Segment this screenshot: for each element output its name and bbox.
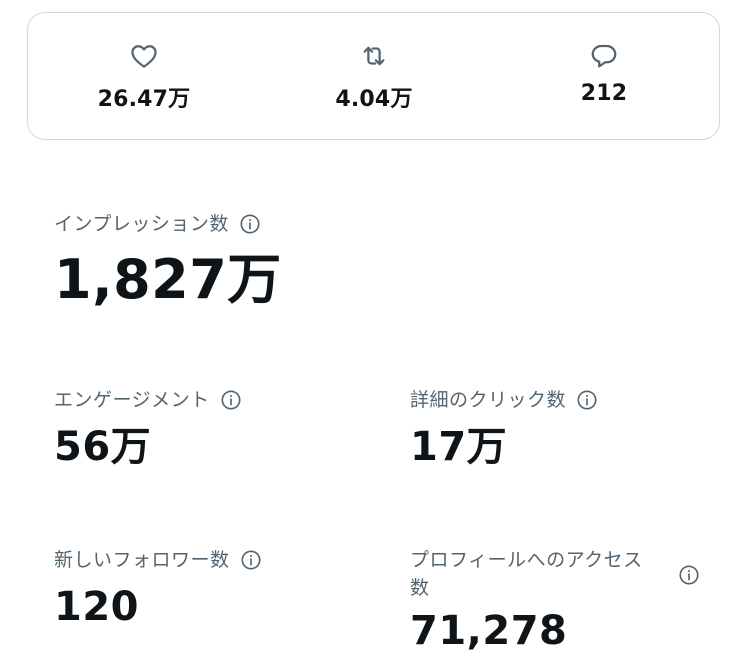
info-icon[interactable] — [240, 549, 262, 571]
info-icon[interactable] — [220, 389, 242, 411]
info-icon[interactable] — [239, 213, 261, 235]
engagements-value: 56万 — [54, 424, 152, 470]
repost-icon[interactable] — [359, 41, 389, 71]
reply-icon[interactable] — [589, 41, 619, 71]
info-icon[interactable] — [576, 389, 598, 411]
profile-visits-label-row: プロフィールへのアクセス数 — [410, 546, 710, 602]
new-followers-label-row: 新しいフォロワー数 — [54, 546, 262, 574]
profile-visits-metric: プロフィールへのアクセス数 71,278 — [410, 546, 710, 656]
engagement-bar: 26.47万 4.04万 212 — [27, 12, 720, 140]
impressions-value: 1,827万 — [54, 248, 282, 311]
engagements-metric: エンゲージメント 56万 — [54, 386, 242, 472]
likes-count: 26.47万 — [97, 87, 191, 112]
replies-count: 212 — [580, 81, 628, 106]
new-followers-label: 新しいフォロワー数 — [54, 549, 230, 571]
replies-stat[interactable]: 212 — [514, 13, 694, 141]
reposts-stat[interactable]: 4.04万 — [284, 13, 464, 141]
detail-clicks-metric: 詳細のクリック数 17万 — [410, 386, 598, 472]
reposts-count: 4.04万 — [335, 87, 413, 112]
impressions-label: インプレッション数 — [54, 213, 229, 235]
info-icon[interactable] — [678, 564, 700, 586]
detail-clicks-label-row: 詳細のクリック数 — [410, 386, 598, 414]
profile-visits-value: 71,278 — [410, 608, 568, 654]
detail-clicks-label: 詳細のクリック数 — [410, 389, 567, 411]
likes-stat[interactable]: 26.47万 — [54, 13, 234, 141]
heart-icon[interactable] — [129, 41, 159, 71]
impressions-label-row: インプレッション数 — [54, 210, 282, 238]
new-followers-value: 120 — [54, 584, 139, 630]
new-followers-metric: 新しいフォロワー数 120 — [54, 546, 262, 632]
impressions-metric: インプレッション数 1,827万 — [54, 210, 282, 312]
engagements-label-row: エンゲージメント — [54, 386, 242, 414]
profile-visits-label: プロフィールへのアクセス数 — [410, 549, 643, 599]
engagements-label: エンゲージメント — [54, 389, 210, 411]
detail-clicks-value: 17万 — [410, 424, 508, 470]
